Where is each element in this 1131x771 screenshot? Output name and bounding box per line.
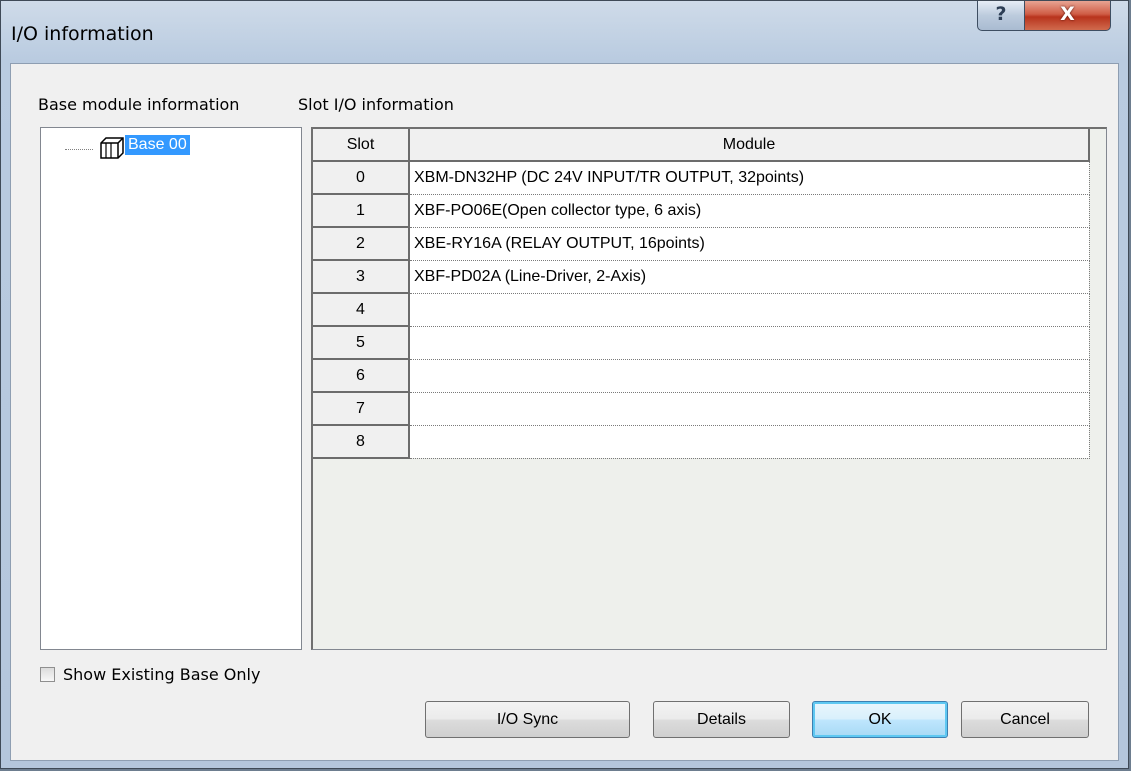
module-cell[interactable]: XBM-DN32HP (DC 24V INPUT/TR OUTPUT, 32po… (409, 161, 1090, 195)
io-information-dialog: I/O information ? X Base module informat… (0, 0, 1129, 769)
table-row[interactable]: 7 (313, 392, 1090, 426)
slot-number-cell: 4 (313, 293, 410, 327)
base-module-tree[interactable]: Base 00 (40, 127, 302, 650)
column-header-module[interactable]: Module (409, 129, 1090, 162)
column-header-slot[interactable]: Slot (313, 129, 410, 162)
dialog-client-area: Base module information Slot I/O informa… (10, 63, 1119, 761)
tree-item-base-00[interactable]: Base 00 (125, 135, 190, 155)
module-cell[interactable] (409, 392, 1090, 426)
slot-number-cell: 7 (313, 392, 410, 426)
table-row[interactable]: 0 XBM-DN32HP (DC 24V INPUT/TR OUTPUT, 32… (313, 161, 1090, 195)
slot-number-cell: 0 (313, 161, 410, 195)
base-module-icon (100, 137, 124, 159)
base-module-information-label: Base module information (38, 95, 240, 114)
table-row[interactable]: 2 XBE-RY16A (RELAY OUTPUT, 16points) (313, 227, 1090, 261)
slot-table: Slot Module 0 XBM-DN32HP (DC 24V INPUT/T… (313, 129, 1090, 459)
table-row[interactable]: 4 (313, 293, 1090, 327)
module-cell[interactable] (409, 359, 1090, 393)
slot-number-cell: 3 (313, 260, 410, 294)
title-bar[interactable]: I/O information ? X (1, 1, 1128, 63)
show-existing-base-only-checkbox[interactable]: Show Existing Base Only (40, 664, 260, 684)
close-button[interactable]: X (1024, 1, 1111, 31)
slot-io-information-label: Slot I/O information (298, 95, 454, 114)
help-icon: ? (995, 3, 1007, 25)
window-title: I/O information (11, 23, 154, 45)
slot-number-cell: 8 (313, 425, 410, 459)
cancel-button[interactable]: Cancel (961, 701, 1089, 738)
tree-connector-line (65, 149, 93, 150)
module-cell[interactable]: XBF-PD02A (Line-Driver, 2-Axis) (409, 260, 1090, 294)
module-cell[interactable] (409, 425, 1090, 459)
slot-number-cell: 6 (313, 359, 410, 393)
table-row[interactable]: 3 XBF-PD02A (Line-Driver, 2-Axis) (313, 260, 1090, 294)
module-cell[interactable] (409, 293, 1090, 327)
module-cell[interactable] (409, 326, 1090, 360)
checkbox-box[interactable] (40, 666, 55, 682)
io-sync-button[interactable]: I/O Sync (425, 701, 630, 738)
slot-number-cell: 1 (313, 194, 410, 228)
details-button[interactable]: Details (653, 701, 790, 738)
table-row[interactable]: 1 XBF-PO06E(Open collector type, 6 axis) (313, 194, 1090, 228)
slot-number-cell: 2 (313, 227, 410, 261)
show-existing-base-only-label[interactable]: Show Existing Base Only (63, 665, 260, 684)
table-row[interactable]: 5 (313, 326, 1090, 360)
table-row[interactable]: 8 (313, 425, 1090, 459)
help-button[interactable]: ? (977, 1, 1025, 31)
close-icon: X (1060, 3, 1075, 25)
module-cell[interactable]: XBE-RY16A (RELAY OUTPUT, 16points) (409, 227, 1090, 261)
slot-number-cell: 5 (313, 326, 410, 360)
table-row[interactable]: 6 (313, 359, 1090, 393)
slot-io-grid[interactable]: Slot Module 0 XBM-DN32HP (DC 24V INPUT/T… (311, 127, 1107, 650)
module-cell[interactable]: XBF-PO06E(Open collector type, 6 axis) (409, 194, 1090, 228)
ok-button[interactable]: OK (812, 701, 948, 738)
